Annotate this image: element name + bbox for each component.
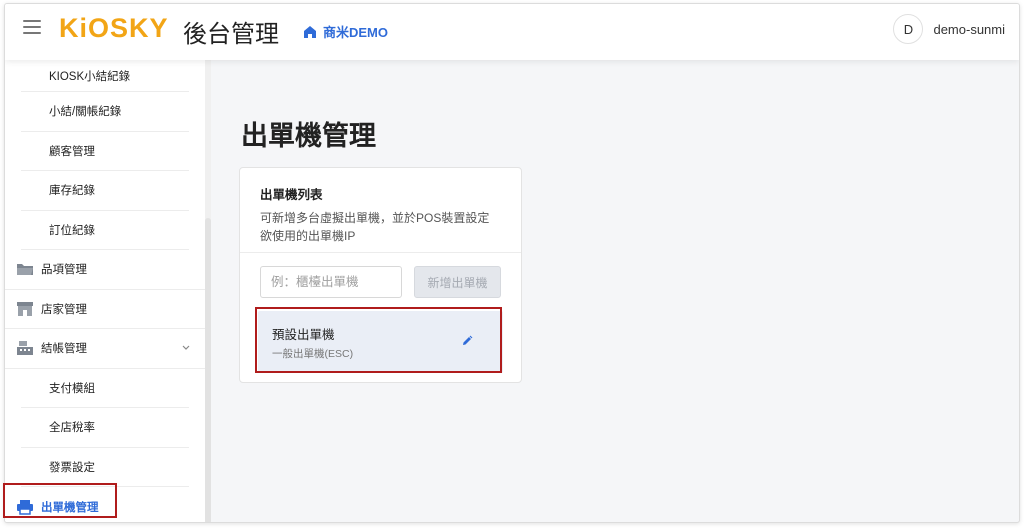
store-name: 商米DEMO: [323, 25, 389, 40]
annotation-highlight-printer: [255, 307, 502, 373]
sidebar-item-label: 顧客管理: [49, 145, 95, 158]
sidebar-item-label: 結帳管理: [41, 343, 87, 356]
cash-register-icon: [15, 340, 35, 356]
app-title: 後台管理: [183, 21, 279, 48]
sidebar-item-tax-rate[interactable]: 全店稅率: [21, 408, 189, 448]
sidebar-item-customers[interactable]: 顧客管理: [21, 132, 189, 171]
add-printer-row: 新增出單機: [260, 266, 501, 298]
sidebar-item-products[interactable]: 品項管理: [5, 250, 205, 290]
chevron-down-icon: [182, 345, 190, 350]
sidebar-item-payment-modules[interactable]: 支付模組: [21, 369, 189, 408]
sidebar-item-closing-records[interactable]: 小結/關帳紀錄: [21, 92, 189, 132]
sidebar-item-reservations[interactable]: 訂位紀錄: [21, 211, 189, 250]
sidebar-item-label: 庫存紀錄: [49, 185, 95, 198]
sidebar-item-label: 品項管理: [41, 264, 87, 277]
store-icon: [15, 301, 35, 317]
printer-name-input[interactable]: [260, 266, 402, 298]
store-selector[interactable]: 商米DEMO: [303, 22, 388, 41]
sidebar-item-store[interactable]: 店家管理: [5, 290, 205, 329]
page-title: 出單機管理: [241, 121, 376, 151]
sidebar-item-label: 全店稅率: [49, 422, 95, 435]
sidebar-item-label: 小結/關帳紀錄: [49, 106, 122, 119]
username: demo-sunmi: [933, 21, 1005, 37]
sidebar-item-label: 發票設定: [49, 461, 95, 474]
kiosky-logo: KiOSKY: [59, 13, 169, 43]
sidebar-item-checkout[interactable]: 結帳管理: [5, 329, 205, 369]
hamburger-menu-icon[interactable]: [23, 20, 41, 34]
sidebar-item-label: 訂位紀錄: [49, 224, 95, 237]
user-menu[interactable]: D demo-sunmi: [893, 14, 1005, 44]
sidebar-item-label: 店家管理: [41, 303, 87, 316]
folder-icon: [15, 261, 35, 277]
card-title: 出單機列表: [260, 188, 323, 202]
app-window: KiOSKY 後台管理 商米DEMO D demo-sunmi KIOSK小結紀…: [4, 3, 1020, 523]
card-description: 可新增多台虛擬出單機，並於POS裝置設定 欲使用的出單機IP: [260, 209, 503, 245]
sidebar: KIOSK小結紀錄 小結/關帳紀錄 顧客管理 庫存紀錄 訂位紀錄 品項管理 店家…: [5, 60, 205, 522]
card-header: 出單機列表 可新增多台虛擬出單機，並於POS裝置設定 欲使用的出單機IP: [240, 168, 521, 253]
card-description-line: 欲使用的出單機IP: [260, 229, 356, 243]
sidebar-item-kiosk-summary[interactable]: KIOSK小結紀錄: [21, 60, 189, 92]
avatar: D: [893, 14, 924, 44]
sidebar-item-inventory[interactable]: 庫存紀錄: [21, 171, 189, 211]
add-printer-button[interactable]: 新增出單機: [414, 266, 501, 298]
sidebar-item-invoice-settings[interactable]: 發票設定: [21, 448, 189, 487]
sidebar-item-label: KIOSK小結紀錄: [49, 70, 131, 83]
annotation-highlight-sidebar: [3, 483, 117, 518]
card-description-line: 可新增多台虛擬出單機，並於POS裝置設定: [260, 211, 490, 225]
sidebar-item-label: 支付模組: [49, 382, 95, 395]
top-header: KiOSKY 後台管理 商米DEMO D demo-sunmi: [5, 4, 1019, 60]
sidebar-scroll-thumb[interactable]: [205, 218, 211, 522]
home-icon: [304, 25, 316, 38]
